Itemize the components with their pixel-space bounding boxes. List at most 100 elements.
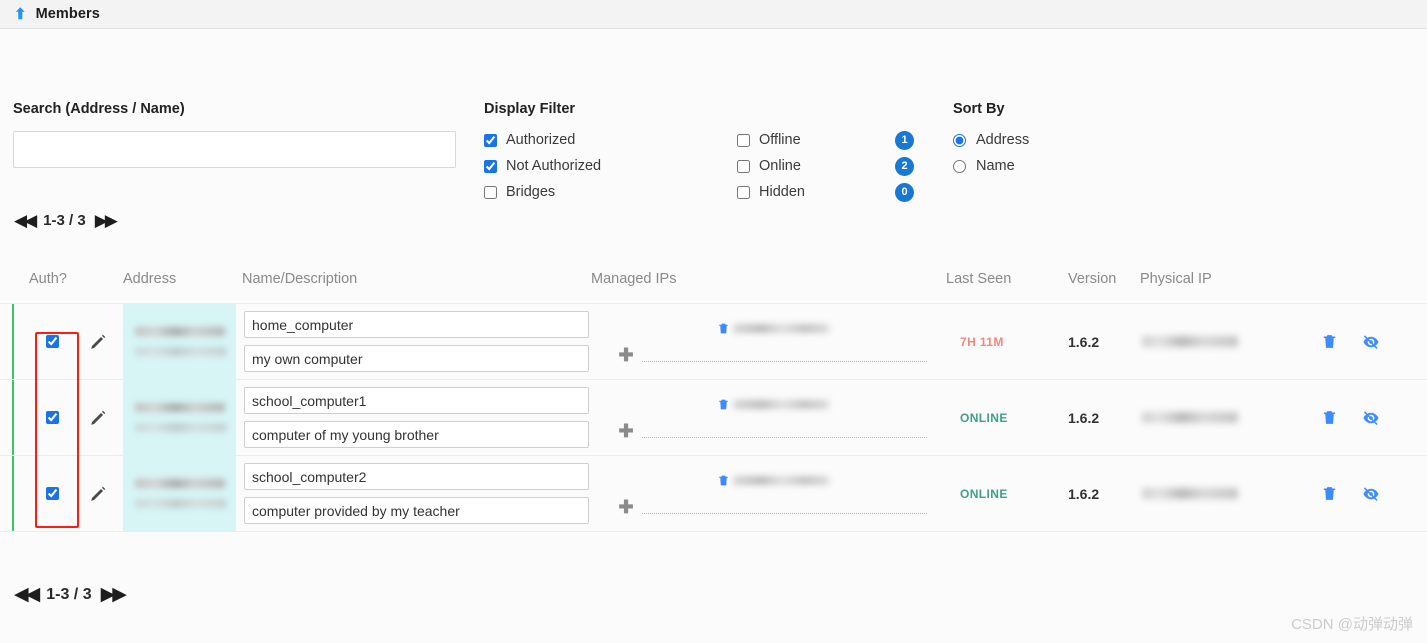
delete-member-trash-icon[interactable] bbox=[1321, 333, 1338, 350]
managed-ip-redacted bbox=[732, 399, 829, 409]
managed-ip-add-input[interactable] bbox=[641, 424, 927, 438]
row-name-cell bbox=[236, 456, 591, 531]
checkbox-row-bridges[interactable]: Bridges bbox=[484, 183, 721, 201]
radio-row-name[interactable]: Name bbox=[953, 157, 1029, 175]
radio-label-address: Address bbox=[976, 132, 1030, 148]
row-auth-cell bbox=[0, 456, 123, 531]
row-auth-cell bbox=[0, 380, 123, 455]
managed-ip-entry bbox=[717, 471, 829, 489]
member-description-input[interactable] bbox=[244, 421, 589, 448]
physical-ip-redacted bbox=[1142, 412, 1238, 423]
member-name-input[interactable] bbox=[244, 311, 589, 338]
search-input[interactable] bbox=[13, 131, 456, 168]
badge-hidden-wrap: 0 bbox=[889, 182, 914, 202]
row-managed-ips-cell: ✚ bbox=[591, 304, 946, 379]
row-physical-ip-cell bbox=[1140, 456, 1305, 531]
managed-ip-redacted bbox=[732, 475, 829, 485]
skip-previous-icon[interactable]: ◀◀ bbox=[14, 212, 37, 229]
checkbox-row-authorized-1[interactable] bbox=[46, 335, 59, 348]
row-actions-cell bbox=[1305, 456, 1425, 531]
pencil-icon[interactable] bbox=[89, 333, 107, 351]
badge-hidden-count: 0 bbox=[895, 182, 914, 202]
pagination-bottom: ◀◀ 1-3 / 3 ▶▶ bbox=[14, 585, 127, 604]
column-header-auth: Auth? bbox=[29, 271, 67, 287]
display-filter-label: Display Filter bbox=[484, 101, 576, 117]
managed-ip-add-input[interactable] bbox=[641, 500, 927, 514]
row-last-seen-cell: 7H 11M bbox=[946, 304, 1068, 379]
checkbox-online[interactable] bbox=[737, 159, 750, 173]
row-managed-ips-cell: ✚ bbox=[591, 380, 946, 455]
arrow-up-icon[interactable]: ⬆ bbox=[14, 7, 27, 22]
row-managed-ips-cell: ✚ bbox=[591, 456, 946, 531]
row-actions-cell bbox=[1305, 380, 1425, 455]
radio-sort-name[interactable] bbox=[953, 159, 966, 173]
delete-member-trash-icon[interactable] bbox=[1321, 485, 1338, 502]
managed-ip-redacted bbox=[732, 323, 829, 333]
checkbox-not-authorized[interactable] bbox=[484, 159, 497, 173]
radio-sort-address[interactable] bbox=[953, 133, 966, 147]
checkbox-label-online: Online bbox=[759, 158, 801, 174]
column-header-physical-ip: Physical IP bbox=[1140, 271, 1212, 287]
sort-by-section: Sort By Address Name bbox=[953, 101, 1029, 183]
skip-next-icon[interactable]: ▶▶ bbox=[95, 212, 118, 229]
member-name-input[interactable] bbox=[244, 463, 589, 490]
hide-member-eye-slash-icon[interactable] bbox=[1362, 485, 1380, 503]
plus-icon[interactable]: ✚ bbox=[618, 422, 633, 440]
display-filter-section: Display Filter Authorized Not Authorized… bbox=[484, 101, 914, 202]
radio-row-address[interactable]: Address bbox=[953, 131, 1029, 149]
hide-member-eye-slash-icon[interactable] bbox=[1362, 333, 1380, 351]
checkbox-row-not-authorized[interactable]: Not Authorized bbox=[484, 157, 721, 175]
checkbox-row-authorized[interactable]: Authorized bbox=[484, 131, 721, 149]
managed-ip-add-input[interactable] bbox=[641, 348, 927, 362]
row-physical-ip-cell bbox=[1140, 304, 1305, 379]
plus-icon[interactable]: ✚ bbox=[618, 346, 633, 364]
checkbox-offline[interactable] bbox=[737, 133, 750, 147]
checkbox-row-online[interactable]: Online bbox=[737, 157, 889, 175]
checkbox-row-hidden[interactable]: Hidden bbox=[737, 183, 889, 201]
member-description-input[interactable] bbox=[244, 497, 589, 524]
member-description-input[interactable] bbox=[244, 345, 589, 372]
member-name-input[interactable] bbox=[244, 387, 589, 414]
hide-member-eye-slash-icon[interactable] bbox=[1362, 409, 1380, 427]
display-filter-column-two: Offline Online Hidden bbox=[737, 131, 889, 201]
column-header-managed-ips: Managed IPs bbox=[591, 271, 677, 287]
row-auth-cell bbox=[0, 304, 123, 379]
skip-previous-icon[interactable]: ◀◀ bbox=[14, 585, 40, 604]
trash-icon[interactable] bbox=[717, 398, 730, 411]
version-value: 1.6.2 bbox=[1068, 333, 1100, 350]
skip-next-icon[interactable]: ▶▶ bbox=[101, 585, 127, 604]
column-header-last-seen: Last Seen bbox=[946, 271, 1012, 287]
page-header: ⬆ Members bbox=[0, 0, 1427, 29]
managed-ip-add-row: ✚ bbox=[618, 498, 927, 516]
checkbox-hidden[interactable] bbox=[737, 185, 750, 199]
badge-online-wrap: 2 bbox=[889, 156, 914, 176]
checkbox-row-authorized-2[interactable] bbox=[46, 411, 59, 424]
row-last-seen-cell: ONLINE bbox=[946, 456, 1068, 531]
address-redacted bbox=[135, 479, 225, 488]
checkbox-bridges[interactable] bbox=[484, 185, 497, 199]
trash-icon[interactable] bbox=[717, 322, 730, 335]
pencil-icon[interactable] bbox=[89, 409, 107, 427]
row-address-cell bbox=[123, 456, 236, 531]
address-redacted-secondary bbox=[135, 347, 227, 356]
row-actions-cell bbox=[1305, 304, 1425, 379]
filter-panel: Search (Address / Name) Display Filter A… bbox=[0, 29, 1427, 202]
version-value: 1.6.2 bbox=[1068, 409, 1100, 426]
delete-member-trash-icon[interactable] bbox=[1321, 409, 1338, 426]
last-seen-value: ONLINE bbox=[960, 486, 1008, 501]
column-header-address: Address bbox=[123, 271, 177, 287]
row-address-cell bbox=[123, 304, 236, 379]
pencil-icon[interactable] bbox=[89, 485, 107, 503]
pagination-top: ◀◀ 1-3 / 3 ▶▶ bbox=[14, 212, 118, 229]
row-address-cell bbox=[123, 380, 236, 455]
address-redacted bbox=[135, 403, 225, 412]
row-name-cell bbox=[236, 304, 591, 379]
checkbox-row-authorized-3[interactable] bbox=[46, 487, 59, 500]
trash-icon[interactable] bbox=[717, 474, 730, 487]
row-last-seen-cell: ONLINE bbox=[946, 380, 1068, 455]
checkbox-row-offline[interactable]: Offline bbox=[737, 131, 889, 149]
plus-icon[interactable]: ✚ bbox=[618, 498, 633, 516]
checkbox-authorized[interactable] bbox=[484, 133, 497, 147]
sort-by-label: Sort By bbox=[953, 101, 1005, 117]
managed-ip-entry bbox=[717, 319, 829, 337]
